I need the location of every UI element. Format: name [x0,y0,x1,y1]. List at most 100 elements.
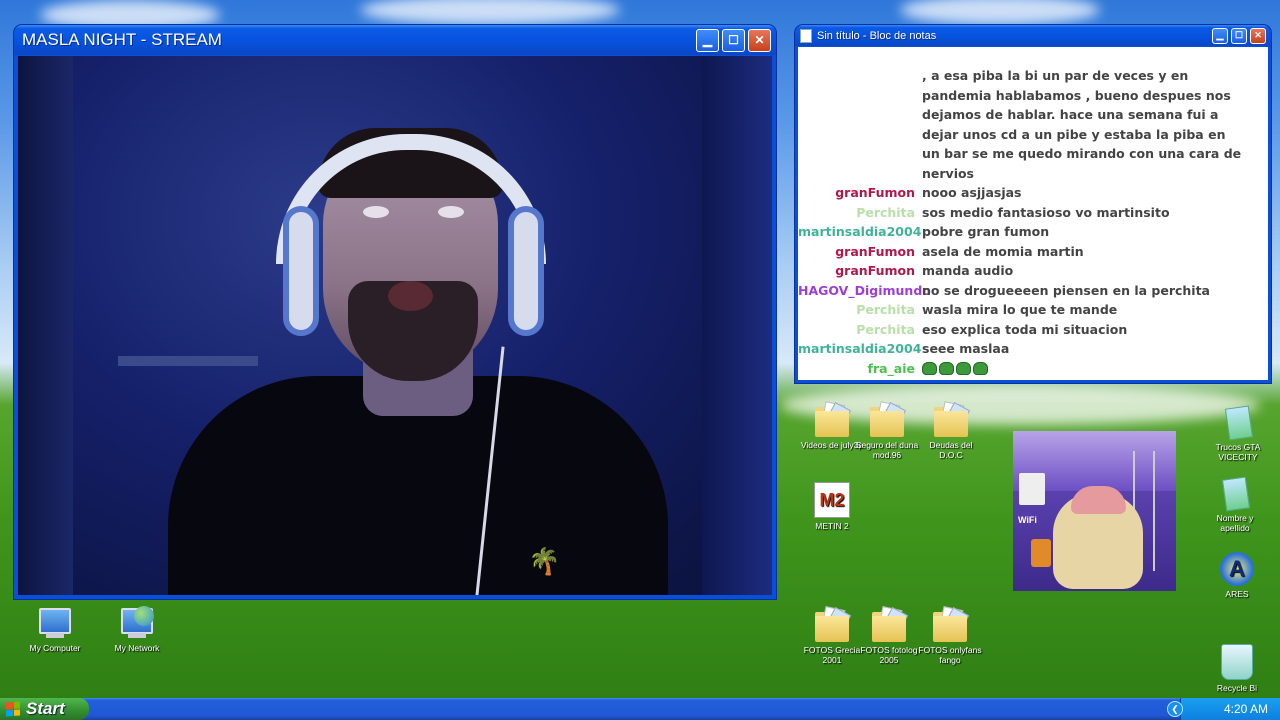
recycle-bin[interactable]: Recycle Bi [1204,644,1270,693]
chat-username: Perchita [856,302,915,317]
chat-text: un bar se me quedo mirando con una cara … [922,146,1242,161]
metin-shortcut[interactable]: M2 METIN 2 [799,482,865,531]
deudas-folder[interactable]: Deudas del D.O.C [918,401,984,460]
folder-icon [870,401,907,437]
folder-icon [934,401,971,437]
chat-message: pandemia hablabamos , bueno despues nos [798,86,1268,106]
chat-text: wasla mira lo que te mande [922,302,1118,317]
brain [1071,486,1126,514]
ares-icon: A [1220,552,1254,586]
headphones-cup [283,206,319,336]
close-button[interactable]: ✕ [748,28,771,52]
chat-text: dejamos de hablar. hace una semana fui a [922,107,1219,122]
chat-message: martinsaldia2004 seee maslaa [798,339,1268,359]
folder-icon [933,606,970,642]
chat-username [798,144,922,164]
pill-bottle [1031,539,1051,567]
maximize-button[interactable]: ☐ [1231,27,1247,44]
icon-label: METIN 2 [815,521,849,531]
chat-username: martinsaldia2004 [798,224,922,239]
wifi-label: WiFi [1018,515,1037,525]
my-network-shortcut[interactable]: My Network [104,606,170,653]
start-label: Start [26,699,65,718]
icon-label: Trucos GTA VICECITY [1215,442,1261,462]
chat-text: sos medio fantasioso vo martinsito [922,204,1170,220]
chat-message: Perchita wasla mira lo que te mande [798,300,1268,320]
icon-label: My Network [114,643,160,653]
chat-message: fra_aie [798,359,1268,379]
icon-label: FOTOS fotolog 2005 [860,645,918,665]
notepad-window-title: Sin título - Bloc de notas [817,29,937,42]
chat-text: nervios [922,165,975,181]
notepad-titlebar[interactable]: Sin título - Bloc de notas ▁ ☐ ✕ [795,25,1271,46]
chat-text: pandemia hablabamos , bueno despues nos [922,87,1231,103]
icon-label: My Computer [29,643,81,653]
start-button[interactable]: Start [0,698,89,720]
my-network-icon [118,606,156,640]
chat-message: HAGOV_Digimundo no se drogueeeen piensen … [798,281,1268,301]
chat-username: Perchita [856,321,915,337]
chat-text: , a esa piba la bi un par de veces y en [922,68,1189,83]
stream-window[interactable]: MASLA NIGHT - STREAM ▁ ☐ ✕ 🌴 [14,25,776,599]
my-computer-shortcut[interactable]: My Computer [22,606,88,653]
minimize-button[interactable]: ▁ [1212,27,1228,44]
chat-message: granFumon asela de momia martin [798,242,1268,262]
chat-username [798,86,922,106]
chat-message: Perchita sos medio fantasioso vo martinsi… [798,203,1268,223]
notepad-file-icon [1220,476,1251,512]
chat-message: dejar unos cd a un pibe y estaba la piba… [798,125,1268,145]
cup [1019,473,1045,505]
cloud [360,0,620,25]
streamer-mouth [388,281,433,311]
chevron-left-icon[interactable]: ❮ [1167,701,1183,717]
maximize-button[interactable]: ☐ [722,28,745,52]
trucos-shortcut[interactable]: Trucos GTA VICECITY [1205,405,1271,462]
notepad-icon [800,28,812,43]
headphones-cup [508,206,544,336]
minimize-button[interactable]: ▁ [696,28,719,52]
chat-text: pobre gran fumon [922,224,1050,239]
clock[interactable]: 4:20 AM [1224,702,1268,716]
wall [702,56,772,595]
seguro-folder[interactable]: Seguro del duna mod.96 [854,401,920,460]
curtain [18,56,73,595]
close-button[interactable]: ✕ [1250,27,1266,44]
frog-emote-icon [956,361,971,375]
ares-shortcut[interactable]: A ARES [1204,552,1270,599]
chat-message: , a esa piba la bi un par de veces y en [798,66,1268,86]
folder-icon [815,401,852,437]
fotos-onlyfans-folder[interactable]: FOTOS onlyfans fango [917,606,983,665]
chat-username [798,125,922,145]
icon-label: Nombre y apellido [1216,513,1254,533]
chat-username: martinsaldia2004 [798,341,922,356]
fotos-fotolog-folder[interactable]: FOTOS fotolog 2005 [856,606,922,665]
taskbar: Start ❮ 4:20 AM [0,698,1280,720]
icon-label: FOTOS onlyfans fango [918,645,982,665]
chat-message: granFumon nooo asjjasjas [798,183,1268,203]
chat-username [798,164,922,184]
maximize-icon: ☐ [728,33,739,47]
close-icon: ✕ [754,33,765,47]
chat-text [922,359,1268,379]
frog-emote-icon [922,361,937,375]
icon-label: Seguro del duna mod.96 [855,440,919,460]
chat-username [798,105,922,125]
chat-text: asela de momia martin [922,243,1084,259]
chat-username: fra_aie [867,360,916,376]
notepad-window[interactable]: Sin título - Bloc de notas ▁ ☐ ✕ , a esa… [795,25,1271,383]
chat-message: granFumon manda audio [798,261,1268,281]
palm-tree-icon: 🌴 [528,546,561,576]
my-computer-icon [36,606,74,640]
minimize-icon: ▁ [1216,30,1224,40]
chat-text: eso explica toda mi situacion [922,321,1128,337]
desk [118,356,258,366]
chat-text: no se drogueeeen piensen en la perchita [922,282,1210,298]
chat-text: nooo asjjasjas [922,185,1022,200]
webcam-video: 🌴 [18,56,772,595]
nombre-shortcut[interactable]: Nombre y apellido [1202,476,1268,533]
stream-titlebar[interactable]: MASLA NIGHT - STREAM ▁ ☐ ✕ [14,25,776,55]
icon-label: Recycle Bi [1216,683,1258,693]
chat-overlay[interactable]: , a esa piba la bi un par de veces y en p… [798,47,1268,380]
close-icon: ✕ [1254,30,1262,40]
chat-username: granFumon [835,185,915,200]
